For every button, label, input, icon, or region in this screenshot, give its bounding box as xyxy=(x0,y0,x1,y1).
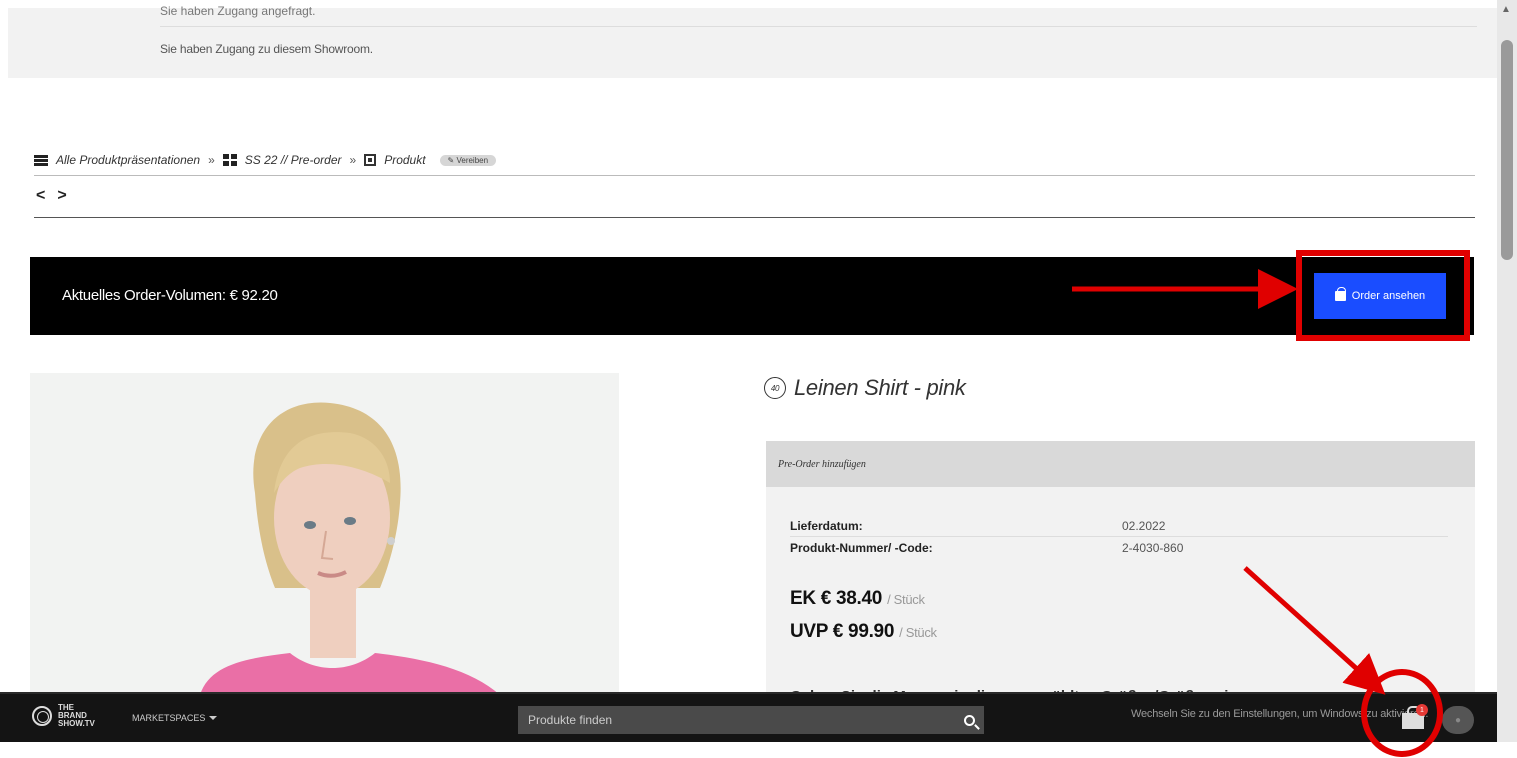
detail-row-delivery: Lieferdatum: 02.2022 xyxy=(790,515,1448,537)
product-image[interactable] xyxy=(30,373,619,695)
order-volume-bar: Aktuelles Order-Volumen: € 92.20 Order a… xyxy=(30,257,1474,335)
vertical-scrollbar[interactable]: ▲ xyxy=(1497,0,1517,758)
access-granted-text: Sie haben Zugang zu diesem Showroom. xyxy=(160,42,373,56)
view-order-button[interactable]: Order ansehen xyxy=(1314,273,1446,319)
purchase-price: EK € 38.40 / Stück xyxy=(790,588,925,610)
view-order-label: Order ansehen xyxy=(1351,290,1426,302)
product-code-value: 2-4030-860 xyxy=(1122,541,1184,555)
edit-badge[interactable]: ✎ Vereiben xyxy=(439,154,497,166)
delivery-date-label: Lieferdatum: xyxy=(790,519,863,533)
user-menu-button[interactable]: ● xyxy=(1442,706,1474,734)
breadcrumb: Alle Produktpräsentationen » SS 22 // Pr… xyxy=(34,151,497,169)
marketspaces-label: MARKETSPACES xyxy=(132,713,206,723)
preorder-panel-header[interactable]: Pre-Order hinzufügen xyxy=(766,441,1475,487)
marketspaces-menu[interactable]: MARKETSPACES xyxy=(132,713,218,723)
chevron-down-icon xyxy=(209,716,218,720)
order-volume-text: Aktuelles Order-Volumen: € 92.20 xyxy=(62,287,278,304)
breadcrumb-product: Produkt xyxy=(384,153,426,167)
grid-icon xyxy=(222,153,237,167)
retail-price-value: UVP € 99.90 xyxy=(790,621,895,642)
pager-divider xyxy=(34,217,1475,218)
list-icon xyxy=(34,154,48,166)
product-pager: < > xyxy=(36,187,67,205)
breadcrumb-separator: » xyxy=(349,153,357,167)
preorder-panel: Pre-Order hinzufügen Lieferdatum: 02.202… xyxy=(766,441,1475,705)
cart-button[interactable]: 1 xyxy=(1396,702,1430,734)
scroll-up-icon[interactable]: ▲ xyxy=(1501,4,1511,15)
page-bottom-margin xyxy=(0,742,1517,758)
next-product-button[interactable]: > xyxy=(57,187,66,205)
access-requested-text: Sie haben Zugang angefragt. xyxy=(160,4,316,18)
scrollbar-thumb[interactable] xyxy=(1501,40,1513,260)
search-button[interactable] xyxy=(954,706,984,734)
access-info-box: Sie haben Zugang angefragt. Sie haben Zu… xyxy=(8,4,1497,78)
delivery-date-value: 02.2022 xyxy=(1122,519,1166,533)
retail-price: UVP € 99.90 / Stück xyxy=(790,621,937,643)
info-divider xyxy=(160,26,1477,27)
search-icon xyxy=(963,714,975,726)
purchase-price-unit: / Stück xyxy=(887,592,925,607)
cart-count-badge: 1 xyxy=(1416,704,1428,716)
shopping-bag-icon xyxy=(1334,287,1346,301)
user-icon: ● xyxy=(1454,714,1462,726)
page: ▲ Sie haben Zugang angefragt. Sie haben … xyxy=(0,0,1517,758)
preorder-header-label: Pre-Order hinzufügen xyxy=(778,459,866,470)
product-icon xyxy=(364,154,377,166)
detail-row-product-code: Produkt-Nummer/ -Code: 2-4030-860 xyxy=(790,537,1448,559)
breadcrumb-collection[interactable]: SS 22 // Pre-order xyxy=(245,153,342,167)
logo-line-3: SHOW.TV xyxy=(58,719,95,728)
brand-logo[interactable]: THE BRAND SHOW.TV xyxy=(32,704,95,728)
breadcrumb-all-presentations[interactable]: Alle Produktpräsentationen xyxy=(56,153,200,167)
logo-icon xyxy=(32,706,52,726)
product-details: Lieferdatum: 02.2022 Produkt-Nummer/ -Co… xyxy=(790,515,1448,559)
product-title: 40 Leinen Shirt - pink xyxy=(764,375,966,401)
product-search xyxy=(518,706,984,734)
size-badge-icon: 40 xyxy=(764,377,786,399)
purchase-price-value: EK € 38.40 xyxy=(790,588,883,609)
product-code-label: Produkt-Nummer/ -Code: xyxy=(790,541,933,555)
search-input[interactable] xyxy=(518,706,954,734)
previous-product-button[interactable]: < xyxy=(36,187,45,205)
breadcrumb-separator: » xyxy=(208,153,215,167)
windows-activation-watermark: Wechseln Sie zu den Einstellungen, um Wi… xyxy=(1131,708,1429,720)
breadcrumb-divider xyxy=(34,175,1475,176)
model-photo xyxy=(30,373,619,695)
bottom-navigation-bar: THE BRAND SHOW.TV MARKETSPACES Wechseln … xyxy=(0,692,1497,742)
logo-text: THE BRAND SHOW.TV xyxy=(58,704,95,728)
retail-price-unit: / Stück xyxy=(899,625,937,640)
product-title-text: Leinen Shirt - pink xyxy=(794,375,966,400)
